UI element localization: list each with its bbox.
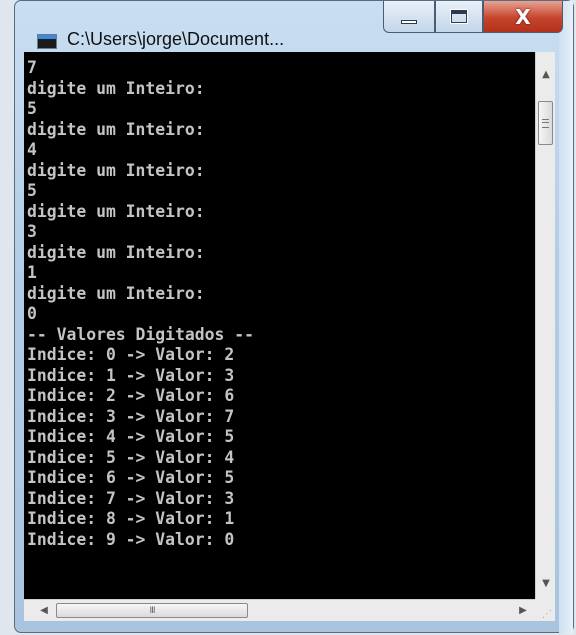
console-line: digite um Inteiro: [27,201,205,221]
maximize-icon [450,9,468,24]
console-line: 0 [27,304,37,323]
console-line: Indice: 9 -> Valor: 0 [27,529,235,549]
console-line: digite um Inteiro: [27,78,205,98]
console-line: Indice: 6 -> Valor: 5 [27,468,235,487]
caption-buttons: X [383,1,563,33]
console-app-icon-band [38,35,56,39]
vertical-scrollbar[interactable]: ▲ ▼ [535,52,555,599]
scroll-up-arrow-icon[interactable]: ▲ [536,64,556,84]
scroll-down-arrow-icon[interactable]: ▼ [536,573,556,593]
console-line: digite um Inteiro: [27,283,205,303]
console-line: digite um Inteiro: [27,242,205,262]
console-line: Indice: 5 -> Valor: 4 [27,447,235,467]
close-button[interactable]: X [483,1,563,33]
horizontal-scrollbar[interactable]: ◀ III ▶ [24,599,535,621]
console-line: -- Valores Digitados -- [27,324,254,344]
console-line: Indice: 8 -> Valor: 1 [27,509,235,528]
console-line: Indice: 2 -> Valor: 6 [27,386,235,405]
console-line: Indice: 0 -> Valor: 2 [27,345,235,364]
minimize-button[interactable] [383,1,435,33]
scroll-right-arrow-icon[interactable]: ▶ [513,600,533,621]
window-glass-edge [559,1,573,634]
console-line: Indice: 3 -> Valor: 7 [27,406,235,426]
title-bar[interactable]: C:\Users\jorge\Document... X [15,1,575,53]
console-line: digite um Inteiro: [27,160,205,180]
console-line: Indice: 1 -> Valor: 3 [27,365,235,385]
console-line: 1 [27,263,37,282]
console-line: 5 [27,181,37,200]
console-line: Indice: 7 -> Valor: 3 [27,488,235,508]
grip-icon [542,118,549,128]
console-line: 7 [27,58,37,77]
minimize-icon [401,19,417,24]
console-output-text: 7 digite um Inteiro: 5 digite um Inteiro: 4 d… [24,52,535,550]
vertical-scroll-thumb[interactable] [538,101,553,145]
resize-grip-icon[interactable] [535,599,555,621]
console-line: 3 [27,222,37,241]
console-line: Indice: 4 -> Valor: 5 [27,427,235,446]
horizontal-scroll-thumb[interactable]: III [56,603,248,618]
window-title: C:\Users\jorge\Document... [67,29,285,49]
maximize-button[interactable] [435,1,483,33]
console-app-icon[interactable] [37,34,57,49]
scroll-left-arrow-icon[interactable]: ◀ [34,600,54,621]
console-line: 4 [27,140,37,159]
console-line: digite um Inteiro: [27,119,205,139]
close-icon: X [515,4,531,29]
console-output-area[interactable]: 7 digite um Inteiro: 5 digite um Inteiro: 4 d… [24,52,535,599]
console-line: 5 [27,99,37,118]
